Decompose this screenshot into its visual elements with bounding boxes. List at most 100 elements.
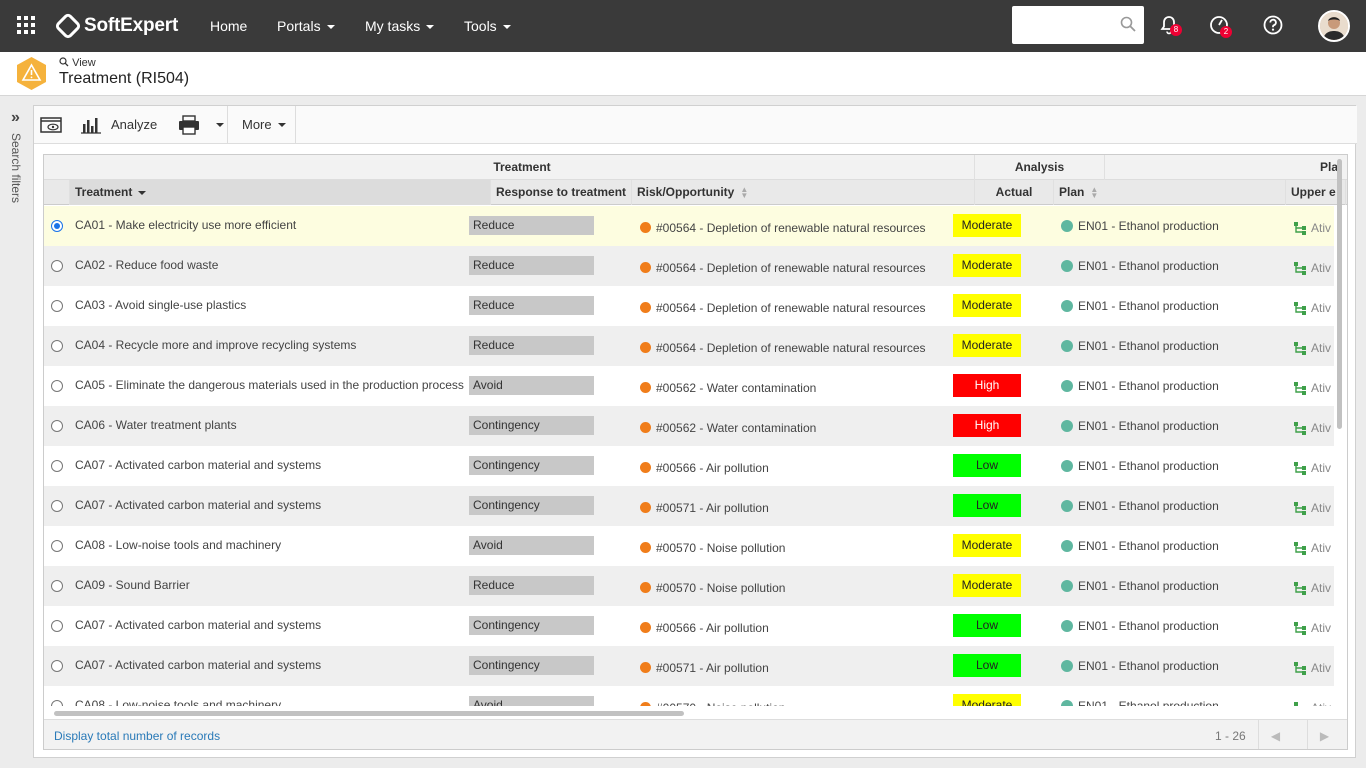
nav-tools[interactable]: Tools (464, 0, 511, 52)
table-row[interactable]: CA02 - Reduce food waste Reduce #00564 - D… (44, 246, 1334, 286)
table-row[interactable]: CA01 - Make electricity use more efficie… (44, 206, 1334, 246)
upper-cell[interactable]: Ativ (1293, 326, 1334, 366)
table-row[interactable]: CA06 - Water treatment plants Contingency… (44, 406, 1334, 446)
row-select-radio[interactable] (51, 260, 63, 272)
upper-cell[interactable]: Ativ (1293, 406, 1334, 446)
table-row[interactable]: CA03 - Avoid single-use plastics Reduce #0… (44, 286, 1334, 326)
table-row[interactable]: CA08 - Low-noise tools and machinery Avoi… (44, 686, 1334, 706)
upper-cell[interactable]: Ativ (1293, 686, 1334, 706)
upper-cell[interactable]: Ativ (1293, 286, 1334, 326)
plan-cell[interactable]: EN01 - Ethanol production (1061, 406, 1283, 446)
row-select-radio[interactable] (51, 540, 63, 552)
row-select-radio[interactable] (51, 380, 63, 392)
table-row[interactable]: CA07 - Activated carbon material and sys… (44, 446, 1334, 486)
search-icon[interactable] (1120, 16, 1136, 32)
risk-cell[interactable]: #00571 - Air pollution (640, 646, 972, 686)
table-row[interactable]: CA07 - Activated carbon material and sys… (44, 606, 1334, 646)
table-row[interactable]: CA09 - Sound Barrier Reduce #00570 - Noise… (44, 566, 1334, 606)
previous-page-button[interactable]: ◀ (1258, 720, 1292, 749)
nav-home[interactable]: Home (210, 0, 247, 52)
column-header-actual[interactable]: Actual (975, 180, 1054, 205)
risk-bomb-icon (640, 622, 651, 634)
breadcrumb[interactable]: View (59, 57, 96, 69)
plan-cell[interactable]: EN01 - Ethanol production (1061, 566, 1283, 606)
row-select-radio[interactable] (51, 660, 63, 672)
plan-cell[interactable]: EN01 - Ethanol production (1061, 526, 1283, 566)
display-total-records-link[interactable]: Display total number of records (54, 729, 220, 743)
row-select-radio[interactable] (51, 340, 63, 352)
upper-cell[interactable]: Ativ (1293, 246, 1334, 286)
next-page-button[interactable]: ▶ (1307, 720, 1341, 749)
risk-cell[interactable]: #00562 - Water contamination (640, 366, 972, 406)
nav-my-tasks[interactable]: My tasks (365, 0, 435, 52)
search-filters-sidebar[interactable]: » Search filters (0, 97, 33, 768)
plan-cell[interactable]: EN01 - Ethanol production (1061, 246, 1283, 286)
plan-cell[interactable]: EN01 - Ethanol production (1061, 366, 1283, 406)
table-row[interactable]: CA07 - Activated carbon material and sys… (44, 646, 1334, 686)
global-search-input[interactable] (1012, 6, 1144, 44)
notifications-bell-icon[interactable]: 8 (1158, 14, 1182, 36)
view-record-button[interactable] (40, 106, 64, 143)
table-row[interactable]: CA04 - Recycle more and improve recyclin… (44, 326, 1334, 366)
plan-cell[interactable]: EN01 - Ethanol production (1061, 646, 1283, 686)
more-button[interactable]: More (242, 106, 286, 143)
nav-portals[interactable]: Portals (277, 0, 335, 52)
risk-cell[interactable]: #00571 - Air pollution (640, 486, 972, 526)
upper-cell[interactable]: Ativ (1293, 646, 1334, 686)
upper-cell[interactable]: Ativ (1293, 366, 1334, 406)
upper-cell[interactable]: Ativ (1293, 566, 1334, 606)
horizontal-scroll-thumb[interactable] (54, 711, 684, 716)
column-header-response[interactable]: Response to treatment (491, 180, 632, 205)
tasks-gauge-icon[interactable]: 2 (1208, 14, 1232, 38)
expand-sidebar-icon[interactable]: » (11, 109, 20, 127)
horizontal-scrollbar[interactable] (44, 709, 1334, 717)
table-row[interactable]: CA08 - Low-noise tools and machinery Avoi… (44, 526, 1334, 566)
upper-cell[interactable]: Ativ (1293, 206, 1334, 246)
plan-cell[interactable]: EN01 - Ethanol production (1061, 486, 1283, 526)
column-header-treatment[interactable]: Treatment (70, 180, 491, 205)
row-select-radio[interactable] (51, 300, 63, 312)
row-select-radio[interactable] (51, 580, 63, 592)
softexpert-logo[interactable]: SoftExpert (53, 11, 178, 41)
plan-cell[interactable]: EN01 - Ethanol production (1061, 606, 1283, 646)
upper-cell[interactable]: Ativ (1293, 446, 1334, 486)
vertical-scroll-thumb[interactable] (1337, 159, 1342, 429)
risk-cell[interactable]: #00562 - Water contamination (640, 406, 972, 446)
risk-cell[interactable]: #00566 - Air pollution (640, 446, 972, 486)
row-select-radio[interactable] (51, 500, 63, 512)
plan-cell[interactable]: EN01 - Ethanol production (1061, 446, 1283, 486)
row-select-radio[interactable] (51, 620, 63, 632)
row-select-radio[interactable] (51, 460, 63, 472)
help-icon[interactable] (1262, 14, 1284, 36)
print-options-dropdown[interactable] (214, 106, 226, 143)
plan-cell[interactable]: EN01 - Ethanol production (1061, 286, 1283, 326)
table-row[interactable]: CA07 - Activated carbon material and sys… (44, 486, 1334, 526)
plan-cell[interactable]: EN01 - Ethanol production (1061, 686, 1283, 706)
upper-cell[interactable]: Ativ (1293, 486, 1334, 526)
risk-cell[interactable]: #00570 - Noise pollution (640, 686, 972, 706)
user-avatar[interactable] (1318, 10, 1350, 42)
upper-cell[interactable]: Ativ (1293, 526, 1334, 566)
analyze-button[interactable]: Analyze (81, 106, 157, 143)
print-button[interactable] (178, 106, 200, 143)
apps-grid-icon[interactable] (17, 16, 35, 34)
vertical-scrollbar[interactable] (1336, 155, 1344, 707)
risk-cell[interactable]: #00564 - Depletion of renewable natural … (640, 246, 972, 286)
column-header-plan[interactable]: Plan ▲ ▼ (1054, 180, 1286, 205)
risk-cell[interactable]: #00564 - Depletion of renewable natural … (640, 206, 972, 246)
plan-cell[interactable]: EN01 - Ethanol production (1061, 326, 1283, 366)
row-select-radio[interactable] (51, 420, 63, 432)
risk-cell[interactable]: #00570 - Noise pollution (640, 526, 972, 566)
plan-cell[interactable]: EN01 - Ethanol production (1061, 206, 1283, 246)
hierarchy-icon (1294, 421, 1306, 435)
risk-cell[interactable]: #00564 - Depletion of renewable natural … (640, 286, 972, 326)
risk-cell[interactable]: #00564 - Depletion of renewable natural … (640, 326, 972, 366)
upper-cell[interactable]: Ativ (1293, 606, 1334, 646)
row-select-radio[interactable] (51, 700, 63, 706)
risk-cell[interactable]: #00566 - Air pollution (640, 606, 972, 646)
row-select-radio[interactable] (51, 220, 63, 232)
table-row[interactable]: CA05 - Eliminate the dangerous materials… (44, 366, 1334, 406)
column-header-risk[interactable]: Risk/Opportunity ▲ ▼ (632, 180, 975, 205)
risk-cell[interactable]: #00570 - Noise pollution (640, 566, 972, 606)
plan-icon (1061, 219, 1073, 232)
